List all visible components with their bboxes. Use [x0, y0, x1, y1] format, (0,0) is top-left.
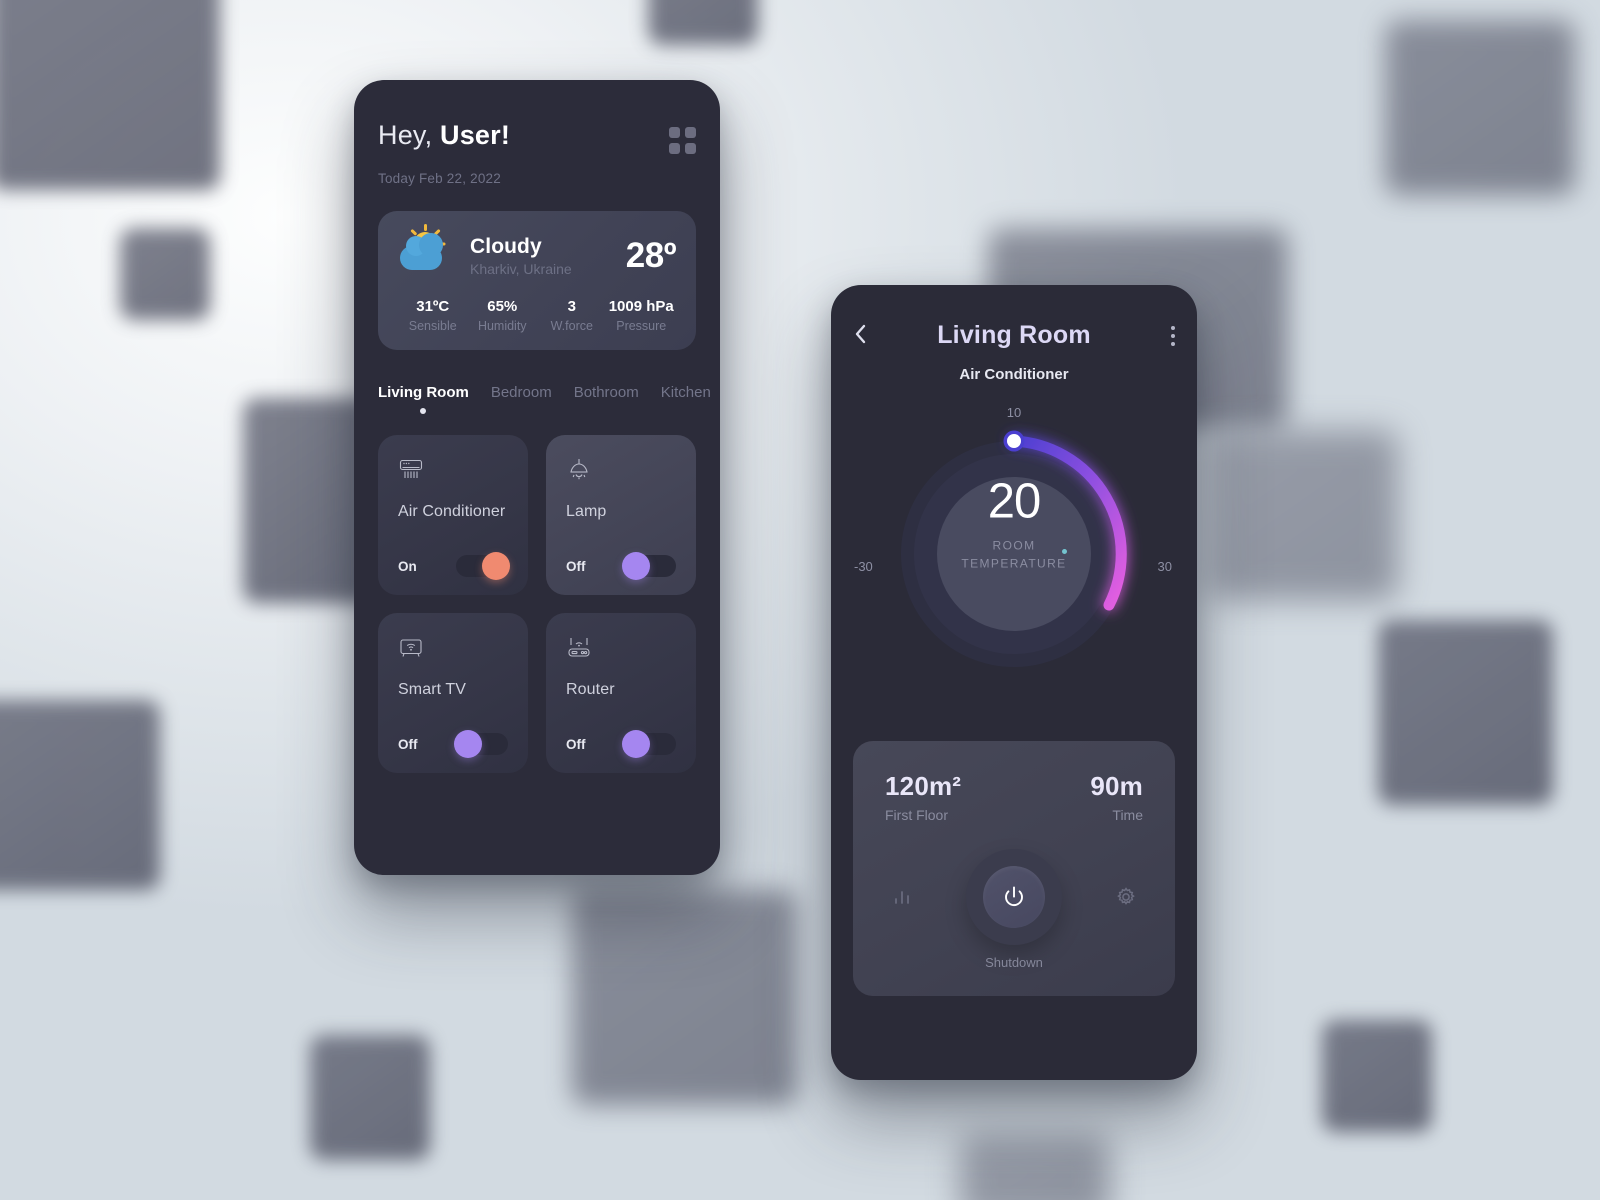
device-state: Off	[566, 558, 586, 574]
device-name: Router	[566, 681, 615, 698]
power-button-label: Shutdown	[985, 955, 1043, 970]
weather-stat-value: 31ºC	[416, 298, 450, 315]
weather-stat-label: Pressure	[616, 319, 667, 333]
kebab-menu-icon[interactable]	[1151, 325, 1175, 346]
dial-caption-line2: TEMPERATURE	[961, 556, 1067, 571]
dial-caption: ROOM TEMPERATURE	[924, 537, 1104, 573]
bg-square	[572, 890, 797, 1105]
sun-cloud-icon	[398, 224, 460, 282]
device-toggle[interactable]	[456, 552, 510, 580]
bg-square	[1322, 1020, 1432, 1132]
room-stat-label: Time	[1112, 807, 1143, 823]
chevron-left-icon[interactable]	[853, 323, 877, 349]
bg-square	[1208, 430, 1398, 600]
dial-value: 20	[987, 474, 1042, 529]
bg-square	[1378, 620, 1553, 805]
device-detail-screen: Living Room Air Conditioner 10 -30 30 20…	[831, 285, 1197, 1080]
detail-header: Living Room	[853, 321, 1175, 350]
weather-temperature: 28º	[625, 236, 677, 275]
bg-square	[0, 700, 160, 890]
device-name: Lamp	[566, 503, 607, 520]
room-stat-value: 120m²	[885, 771, 962, 801]
greeting-name: User!	[440, 120, 511, 150]
temperature-dial[interactable]: 10 -30 30 20 ROOM TEMPERATURE	[853, 397, 1175, 727]
weather-stat: 65% Humidity	[468, 298, 538, 333]
weather-stat-value: 1009 hPa	[608, 298, 674, 315]
detail-title: Living Room	[937, 321, 1091, 349]
bar-chart-icon[interactable]	[885, 880, 919, 914]
bg-square	[648, 0, 758, 45]
device-card-lamp[interactable]: Lamp Off	[546, 435, 696, 595]
device-state: Off	[398, 736, 418, 752]
dial-min-label: -30	[854, 559, 873, 574]
device-name: Air Conditioner	[398, 503, 506, 520]
device-toggle[interactable]	[622, 552, 676, 580]
weather-stat: 31ºC Sensible	[398, 298, 468, 333]
background	[0, 0, 1600, 1200]
weather-stat-value: 3	[567, 298, 576, 315]
air-conditioner-icon	[398, 457, 508, 487]
tab-bedroom[interactable]: Bedroom	[491, 384, 552, 401]
weather-stat: 3 W.force	[537, 298, 607, 333]
power-icon	[983, 866, 1045, 928]
current-date: Today Feb 22, 2022	[378, 171, 501, 186]
bg-square	[0, 0, 220, 190]
weather-stat-label: Sensible	[408, 319, 457, 333]
weather-stat: 1009 hPa Pressure	[607, 298, 677, 333]
tab-living-room[interactable]: Living Room	[378, 384, 469, 401]
weather-location: Kharkiv, Ukraine	[470, 261, 572, 277]
device-toggle[interactable]	[622, 730, 676, 758]
dial-readout: 20 ROOM TEMPERATURE	[924, 474, 1104, 573]
weather-condition: Cloudy	[470, 235, 542, 258]
device-card-smart-tv[interactable]: Smart TV Off	[378, 613, 528, 773]
tab-bothroom[interactable]: Bothroom	[574, 384, 639, 401]
device-state: Off	[566, 736, 586, 752]
home-header: Hey, User!	[378, 120, 696, 154]
room-info-card: 120m² First Floor 90m Time Shutdown	[853, 741, 1175, 996]
room-stat-label: First Floor	[885, 807, 948, 823]
room-stat-value: 90m	[1090, 771, 1143, 801]
device-card-router[interactable]: Router Off	[546, 613, 696, 773]
device-card-air-conditioner[interactable]: Air Conditioner On	[378, 435, 528, 595]
room-stat-time: 90m Time	[1090, 771, 1143, 823]
bg-square	[960, 1135, 1110, 1200]
power-button[interactable]	[966, 849, 1062, 945]
lamp-icon	[566, 457, 676, 487]
home-screen: Hey, User! Today Feb 22, 2022 Cloudy Kha…	[354, 80, 720, 875]
gear-icon[interactable]	[1109, 880, 1143, 914]
device-grid: Air Conditioner On Lamp Off Smart TV Off…	[378, 435, 696, 773]
detail-subtitle: Air Conditioner	[959, 366, 1069, 383]
weather-stats: 31ºC Sensible 65% Humidity 3 W.force 100…	[398, 298, 676, 333]
smart-tv-icon	[398, 635, 508, 665]
weather-card[interactable]: Cloudy Kharkiv, Ukraine 28º 31ºC Sensibl…	[378, 211, 696, 350]
dial-max-label: 30	[1157, 559, 1172, 574]
grid-icon[interactable]	[669, 127, 696, 154]
weather-stat-label: Humidity	[477, 319, 527, 333]
device-state: On	[398, 558, 417, 574]
control-row	[885, 849, 1143, 945]
device-toggle[interactable]	[454, 730, 508, 758]
dial-handle-label: 10	[1006, 405, 1022, 420]
device-name: Smart TV	[398, 681, 467, 698]
bg-square	[120, 228, 210, 320]
router-icon	[566, 635, 676, 665]
weather-stat-value: 65%	[487, 298, 518, 315]
greeting-prefix: Hey,	[378, 120, 441, 150]
bg-square	[310, 1035, 430, 1160]
room-stat-area: 120m² First Floor	[885, 771, 961, 823]
weather-stat-label: W.force	[550, 319, 593, 333]
dial-caption-line1: ROOM	[992, 538, 1036, 553]
page-title: Hey, User!	[378, 120, 510, 151]
tab-kitchen[interactable]: Kitchen	[661, 384, 711, 401]
bg-square	[1385, 20, 1575, 195]
room-tabs: Living Room Bedroom Bothroom Kitchen	[378, 384, 711, 401]
